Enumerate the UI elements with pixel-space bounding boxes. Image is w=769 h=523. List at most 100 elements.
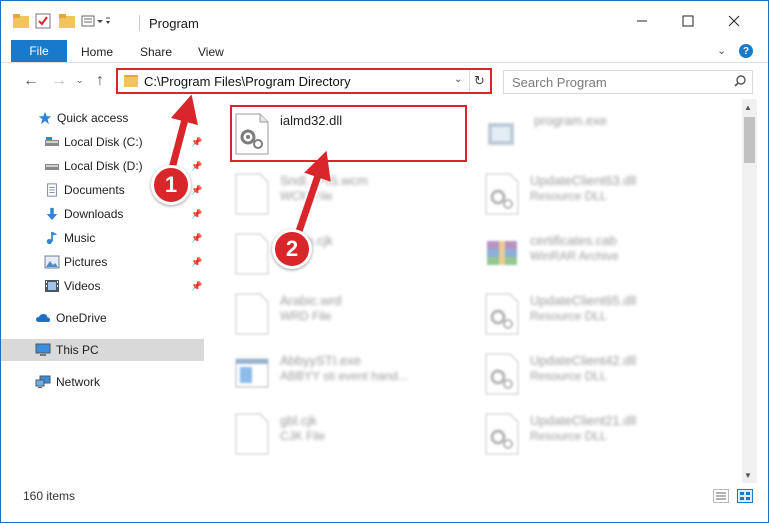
file-name: certificates.cab — [530, 233, 617, 248]
tab-file[interactable]: File — [11, 40, 67, 62]
address-path[interactable]: C:\Program Files\Program Directory — [144, 74, 351, 89]
file-item-updateclient65-dll[interactable]: UpdateClient65.dll Resource DLL — [484, 287, 724, 343]
sidebar-item-pictures[interactable]: Pictures 📌 — [1, 251, 204, 273]
expand-ribbon-icon[interactable]: ⌄ — [717, 44, 726, 57]
file-type: ABBYY sti event hand... — [280, 369, 408, 383]
sidebar-item-label: Downloads — [64, 207, 124, 221]
sidebar-item-label: Local Disk (D:) — [64, 159, 143, 173]
scrollbar-thumb[interactable] — [744, 117, 755, 163]
new-folder-icon[interactable] — [59, 11, 75, 31]
customize-toolbar-icon[interactable] — [81, 11, 111, 31]
folder-icon — [124, 75, 138, 87]
maximize-button[interactable] — [665, 7, 711, 35]
drive-icon — [45, 164, 59, 170]
search-placeholder: Search Program — [512, 75, 607, 90]
file-type: Resource DLL — [530, 429, 607, 443]
highlight-box-target-file — [230, 105, 467, 162]
star-icon — [38, 111, 52, 125]
minimize-icon — [637, 20, 647, 22]
pictures-icon — [44, 255, 60, 269]
exe-icon — [488, 123, 514, 145]
search-icon[interactable] — [734, 75, 746, 90]
file-item-program-exe[interactable]: program.exe — [484, 107, 724, 163]
callout-step-2: 2 — [272, 229, 312, 269]
file-name: Sndl...PIS.wcm — [280, 173, 369, 188]
file-item-wcm[interactable]: Sndl...PIS.wcm WCM File — [234, 167, 474, 223]
pin-icon: 📌 — [191, 184, 203, 195]
large-icons-view-icon[interactable] — [737, 489, 753, 503]
sidebar-item-this-pc[interactable]: This PC — [1, 339, 204, 361]
forward-arrow-icon[interactable]: → — [51, 72, 67, 90]
up-arrow-icon[interactable]: ↑ — [96, 72, 104, 90]
navigation-bar: ← → ⌄ ↑ C:\Program Files\Program Directo… — [1, 63, 768, 99]
file-type: Resource DLL — [530, 189, 607, 203]
maximize-icon — [682, 15, 694, 27]
file-name: Arabic.wrd — [280, 293, 342, 308]
sidebar-item-label: Music — [64, 231, 96, 245]
file-name: UpdateClient63.dll — [530, 173, 637, 188]
file-name: UpdateClient42.dll — [530, 353, 637, 368]
download-icon — [46, 207, 58, 221]
scroll-up-icon[interactable]: ▲ — [744, 103, 752, 112]
sidebar-item-downloads[interactable]: Downloads 📌 — [1, 203, 204, 225]
file-item-gbl-cjk[interactable]: gbl.cjk CJK File — [234, 407, 474, 463]
sidebar-item-videos[interactable]: Videos 📌 — [1, 275, 204, 297]
search-input[interactable]: Search Program — [503, 70, 753, 94]
file-item-updateclient63-dll[interactable]: UpdateClient63.dll Resource DLL — [484, 167, 724, 223]
file-type: Resource DLL — [530, 369, 607, 383]
dll-gear-icon — [485, 413, 519, 455]
file-list: ialmd32.dll program.exe Sndl...PIS.wcm W… — [208, 99, 742, 483]
sidebar-item-label: Pictures — [64, 255, 108, 269]
dll-gear-icon — [485, 173, 519, 215]
back-arrow-icon[interactable]: ← — [23, 72, 39, 90]
help-icon[interactable]: ? — [739, 44, 753, 58]
properties-icon[interactable] — [35, 11, 51, 31]
tab-home[interactable]: Home — [81, 45, 113, 59]
tab-share[interactable]: Share — [140, 45, 172, 59]
file-item-updateclient42-dll[interactable]: UpdateClient42.dll Resource DLL — [484, 347, 724, 403]
file-name: program.exe — [534, 113, 607, 128]
sidebar-item-network[interactable]: Network — [1, 371, 204, 393]
sidebar-item-onedrive[interactable]: OneDrive — [1, 307, 204, 329]
vertical-scrollbar[interactable]: ▲ ▼ — [742, 99, 757, 483]
file-type: WRD File — [280, 309, 332, 323]
file-explorer-window: Program File Home Share View ⌄ ? ← → ⌄ ↑… — [0, 0, 769, 523]
sidebar-item-music[interactable]: Music 📌 — [1, 227, 204, 249]
file-item-arabic-wrd[interactable]: Arabic.wrd WRD File — [234, 287, 474, 343]
tab-view[interactable]: View — [198, 45, 224, 59]
window-title: Program — [149, 16, 199, 31]
scroll-down-icon[interactable]: ▼ — [744, 471, 752, 480]
file-item-cjk[interactable]: ...rom.cjk ... — [234, 227, 474, 283]
file-name: AbbyySTI.exe — [280, 353, 361, 368]
address-dropdown-icon[interactable]: ⌄ — [454, 74, 462, 85]
pin-icon: 📌 — [191, 232, 203, 243]
blank-file-icon — [235, 233, 269, 275]
dll-gear-icon — [485, 293, 519, 335]
callout-step-1: 1 — [151, 165, 191, 205]
close-button[interactable] — [711, 7, 757, 35]
file-type: WCM File — [280, 189, 333, 203]
refresh-icon[interactable]: ↻ — [469, 70, 489, 92]
sidebar-item-local-disk-c[interactable]: Local Disk (C:) 📌 — [1, 131, 204, 153]
recent-locations-icon[interactable]: ⌄ — [76, 75, 84, 86]
file-name: gbl.cjk — [280, 413, 317, 428]
minimize-button[interactable] — [619, 7, 665, 35]
file-name: UpdateClient65.dll — [530, 293, 637, 308]
file-item-certificates-cab[interactable]: certificates.cab WinRAR Archive — [484, 227, 724, 283]
blank-file-icon — [235, 413, 269, 455]
computer-icon — [35, 343, 51, 356]
drive-icon — [45, 137, 59, 146]
file-type: Resource DLL — [530, 309, 607, 323]
pin-icon: 📌 — [191, 280, 203, 291]
address-bar[interactable]: C:\Program Files\Program Directory ⌄ ↻ — [116, 68, 492, 94]
documents-icon — [47, 183, 57, 197]
file-item-updateclient21-dll[interactable]: UpdateClient21.dll Resource DLL — [484, 407, 724, 463]
file-item-abbyysti-exe[interactable]: AbbyySTI.exe ABBYY sti event hand... — [234, 347, 474, 403]
pin-icon: 📌 — [191, 256, 203, 267]
music-icon — [46, 231, 58, 245]
sidebar-item-quick-access[interactable]: Quick access — [1, 107, 204, 129]
title-separator — [139, 15, 140, 31]
close-icon — [728, 15, 740, 27]
details-view-icon[interactable] — [713, 489, 729, 503]
folder-icon — [13, 11, 29, 31]
